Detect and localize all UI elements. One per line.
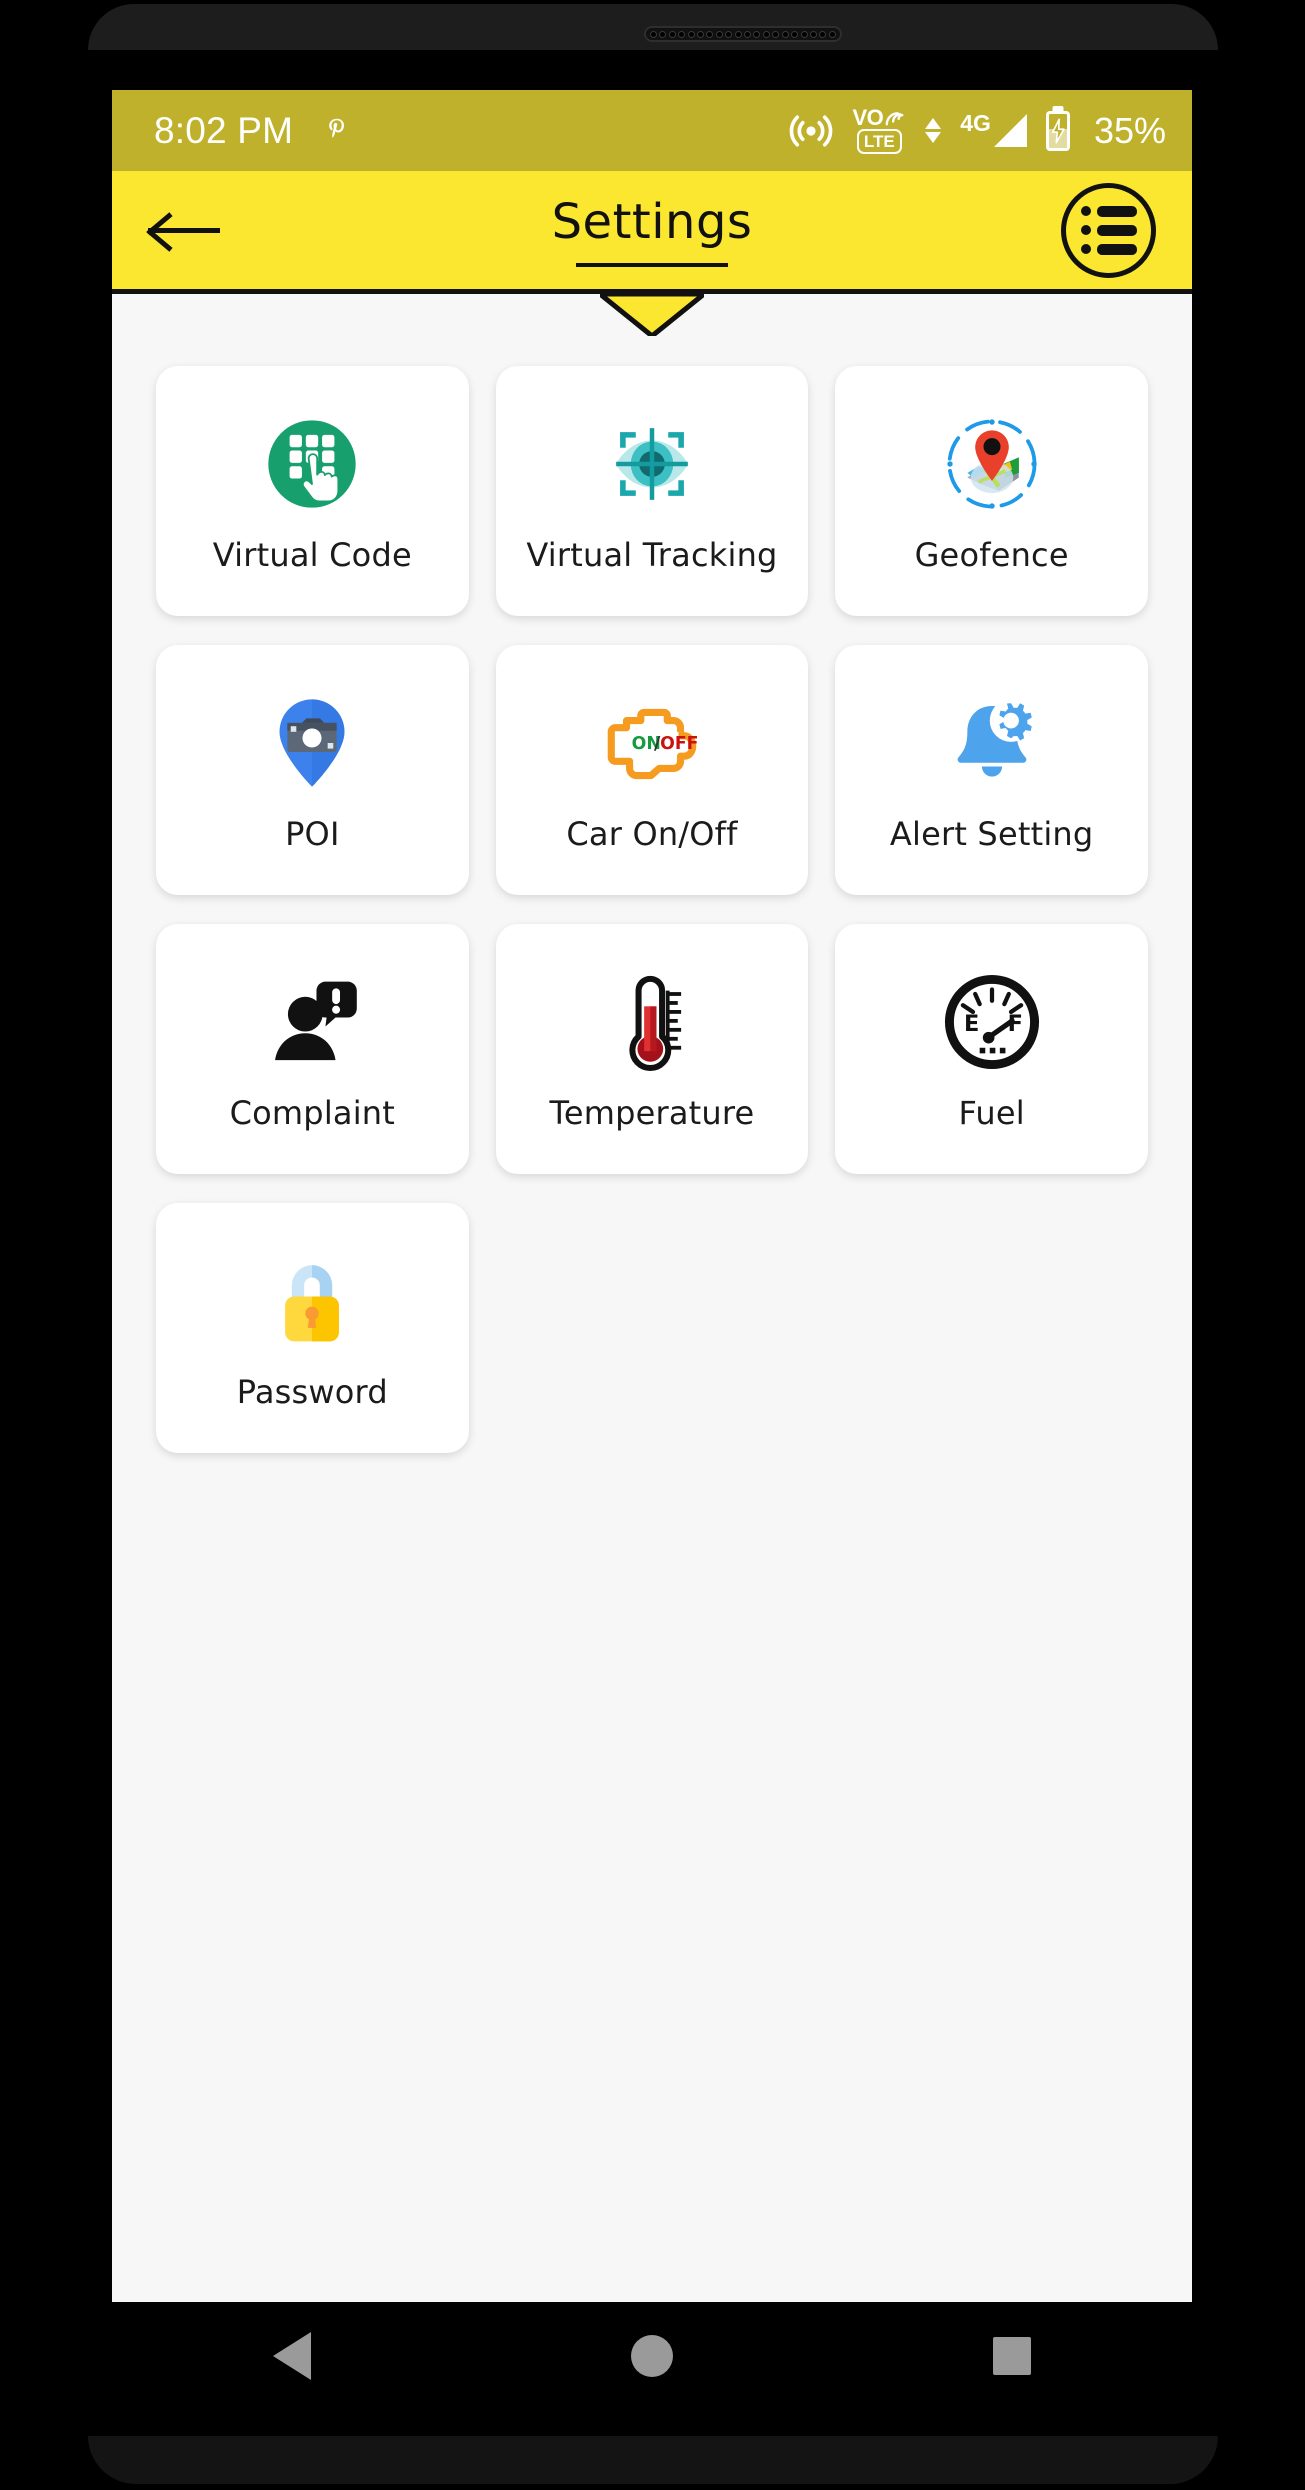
settings-card-label: Geofence: [914, 536, 1069, 574]
settings-card-label: Complaint: [229, 1094, 396, 1132]
nav-recents-button[interactable]: [937, 2302, 1087, 2410]
settings-card-virtual-code[interactable]: Virtual Code: [156, 366, 469, 616]
settings-card-label: Car On/Off: [566, 815, 738, 853]
fuel-gauge-icon: E F: [936, 966, 1048, 1078]
page-title-group: Settings: [112, 171, 1192, 289]
nav-back-triangle-icon: [273, 2332, 311, 2380]
settings-card-label: Fuel: [958, 1094, 1025, 1132]
status-bar-right: VO LTE 4G 35%: [789, 107, 1166, 155]
settings-card-password[interactable]: Password: [156, 1203, 469, 1453]
signal-bars-icon: [993, 114, 1027, 147]
settings-card-geofence[interactable]: Geofence: [835, 366, 1148, 616]
phone-top-bezel: [88, 4, 1218, 50]
engine-on-off-icon: ON / OFF: [596, 687, 708, 799]
back-arrow-icon[interactable]: [142, 200, 230, 260]
settings-card-label: Temperature: [549, 1094, 755, 1132]
page-title-underline: [576, 262, 728, 267]
map-pin-camera-icon: [256, 687, 368, 799]
fuel-empty-label: E: [964, 1011, 979, 1037]
phone-device: 8:02 PM VO LTE 4G 35% Settings Virtual C…: [0, 0, 1305, 2490]
settings-card-label: Alert Setting: [889, 815, 1094, 853]
settings-card-label: POI: [285, 815, 340, 853]
status-bar-left: 8:02 PM: [154, 110, 351, 152]
android-navigation-bar: [112, 2302, 1192, 2410]
person-exclamation-bubble-icon: [256, 966, 368, 1078]
thermometer-icon: [596, 966, 708, 1078]
menu-list-icon[interactable]: [1061, 182, 1156, 278]
pinterest-p-icon: [323, 114, 351, 148]
nav-recents-square-icon: [993, 2337, 1031, 2375]
settings-grid: Virtual Code Virtual Tracking Geofence P…: [156, 366, 1148, 1453]
phone-screen: 8:02 PM VO LTE 4G 35% Settings Virtual C…: [112, 90, 1192, 2410]
volte-lte-label: LTE: [856, 128, 902, 155]
settings-card-car-on-off[interactable]: ON / OFF Car On/Off: [495, 645, 809, 895]
nav-home-circle-icon: [631, 2335, 673, 2377]
settings-card-temperature[interactable]: Temperature: [495, 924, 809, 1174]
settings-card-complaint[interactable]: Complaint: [156, 924, 469, 1174]
settings-card-fuel[interactable]: E F Fuel: [835, 924, 1148, 1174]
menu-lines: [1080, 205, 1137, 255]
nav-back-button[interactable]: [217, 2302, 367, 2410]
engine-off-label: OFF: [660, 734, 698, 754]
phone-bottom-bezel: [88, 2436, 1218, 2484]
settings-card-label: Password: [236, 1373, 388, 1411]
signal-4g-icon: 4G: [960, 110, 1027, 147]
volte-icon: VO LTE: [852, 107, 906, 155]
eye-crosshair-tracking-icon: [596, 408, 708, 520]
earpiece-speaker-grille: [644, 26, 842, 42]
settings-card-poi[interactable]: POI: [156, 645, 469, 895]
settings-card-virtual-tracking[interactable]: Virtual Tracking: [495, 366, 809, 616]
battery-percent-label: 35%: [1093, 109, 1166, 151]
settings-content: Virtual Code Virtual Tracking Geofence P…: [112, 294, 1192, 2297]
settings-card-label: Virtual Code: [212, 536, 412, 574]
battery-charging-icon: [1045, 110, 1070, 151]
network-generation-label: 4G: [960, 110, 991, 136]
settings-card-alert-setting[interactable]: Alert Setting: [835, 645, 1148, 895]
status-bar-clock: 8:02 PM: [154, 109, 294, 151]
bell-gear-icon: [936, 687, 1048, 799]
app-header-bar: Settings: [112, 171, 1192, 336]
hotspot-icon: [790, 114, 833, 147]
settings-card-label: Virtual Tracking: [526, 536, 778, 574]
status-bar: 8:02 PM VO LTE 4G 35%: [112, 90, 1192, 171]
data-transfer-arrows-icon: [925, 118, 942, 143]
padlock-icon: [256, 1245, 368, 1357]
map-pin-geofence-icon: [936, 408, 1048, 520]
nav-home-button[interactable]: [577, 2302, 727, 2410]
volte-vo-label: VO: [852, 104, 884, 130]
page-title: Settings: [551, 193, 753, 250]
virtual-code-keypad-hand-icon: [256, 408, 368, 520]
